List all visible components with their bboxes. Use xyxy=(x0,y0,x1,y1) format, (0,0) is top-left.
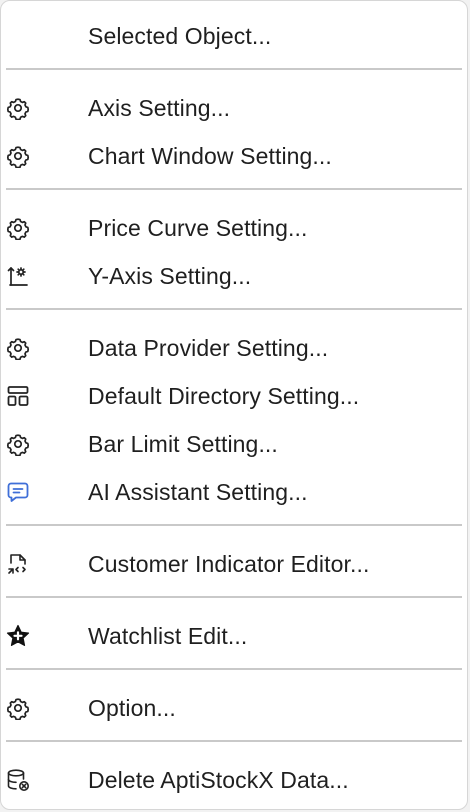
context-menu: Selected Object... Axis Setting... Chart… xyxy=(0,0,468,810)
menu-separator xyxy=(6,308,462,310)
menu-separator xyxy=(6,596,462,598)
menu-item-label: Chart Window Setting... xyxy=(88,143,332,169)
menu-separator xyxy=(6,524,462,526)
gear-icon xyxy=(6,216,30,240)
menu-item-customer-indicator-editor[interactable]: Customer Indicator Editor... xyxy=(1,543,467,583)
gear-icon xyxy=(6,96,30,120)
menu-item-chart-window-setting[interactable]: Chart Window Setting... xyxy=(1,135,467,175)
menu-separator xyxy=(6,68,462,70)
layout-icon xyxy=(6,384,30,408)
database-delete-icon xyxy=(6,768,30,792)
menu-item-label: Y-Axis Setting... xyxy=(88,263,252,289)
menu-item-price-curve-setting[interactable]: Price Curve Setting... xyxy=(1,207,467,247)
y-axis-gear-icon xyxy=(6,264,30,288)
menu-item-label: Axis Setting... xyxy=(88,95,231,121)
star-plus-icon xyxy=(6,624,30,648)
menu-item-data-provider-setting[interactable]: Data Provider Setting... xyxy=(1,327,467,367)
menu-item-watchlist-edit[interactable]: Watchlist Edit... xyxy=(1,615,467,655)
menu-item-default-directory-setting[interactable]: Default Directory Setting... xyxy=(1,375,467,415)
menu-item-label: Bar Limit Setting... xyxy=(88,431,278,457)
menu-item-axis-setting[interactable]: Axis Setting... xyxy=(1,87,467,127)
menu-item-label: Default Directory Setting... xyxy=(88,383,360,409)
menu-item-label: AI Assistant Setting... xyxy=(88,479,308,505)
gear-icon xyxy=(6,696,30,720)
menu-item-label: Option... xyxy=(88,695,176,721)
gear-icon xyxy=(6,336,30,360)
menu-item-label: Delete AptiStockX Data... xyxy=(88,767,349,793)
menu-item-ai-assistant-setting[interactable]: AI Assistant Setting... xyxy=(1,471,467,511)
menu-separator xyxy=(6,668,462,670)
menu-separator xyxy=(6,188,462,190)
menu-separator xyxy=(6,740,462,742)
menu-item-bar-limit-setting[interactable]: Bar Limit Setting... xyxy=(1,423,467,463)
menu-item-selected-object[interactable]: Selected Object... xyxy=(1,15,467,55)
code-file-icon xyxy=(6,552,30,576)
chat-icon xyxy=(6,480,30,504)
menu-item-label: Watchlist Edit... xyxy=(88,623,248,649)
menu-item-delete-data[interactable]: Delete AptiStockX Data... xyxy=(1,759,467,799)
menu-item-option[interactable]: Option... xyxy=(1,687,467,727)
menu-item-y-axis-setting[interactable]: Y-Axis Setting... xyxy=(1,255,467,295)
menu-item-label: Data Provider Setting... xyxy=(88,335,329,361)
menu-item-label: Selected Object... xyxy=(88,23,272,49)
menu-item-label: Customer Indicator Editor... xyxy=(88,551,370,577)
gear-icon xyxy=(6,144,30,168)
menu-item-label: Price Curve Setting... xyxy=(88,215,308,241)
gear-icon xyxy=(6,432,30,456)
